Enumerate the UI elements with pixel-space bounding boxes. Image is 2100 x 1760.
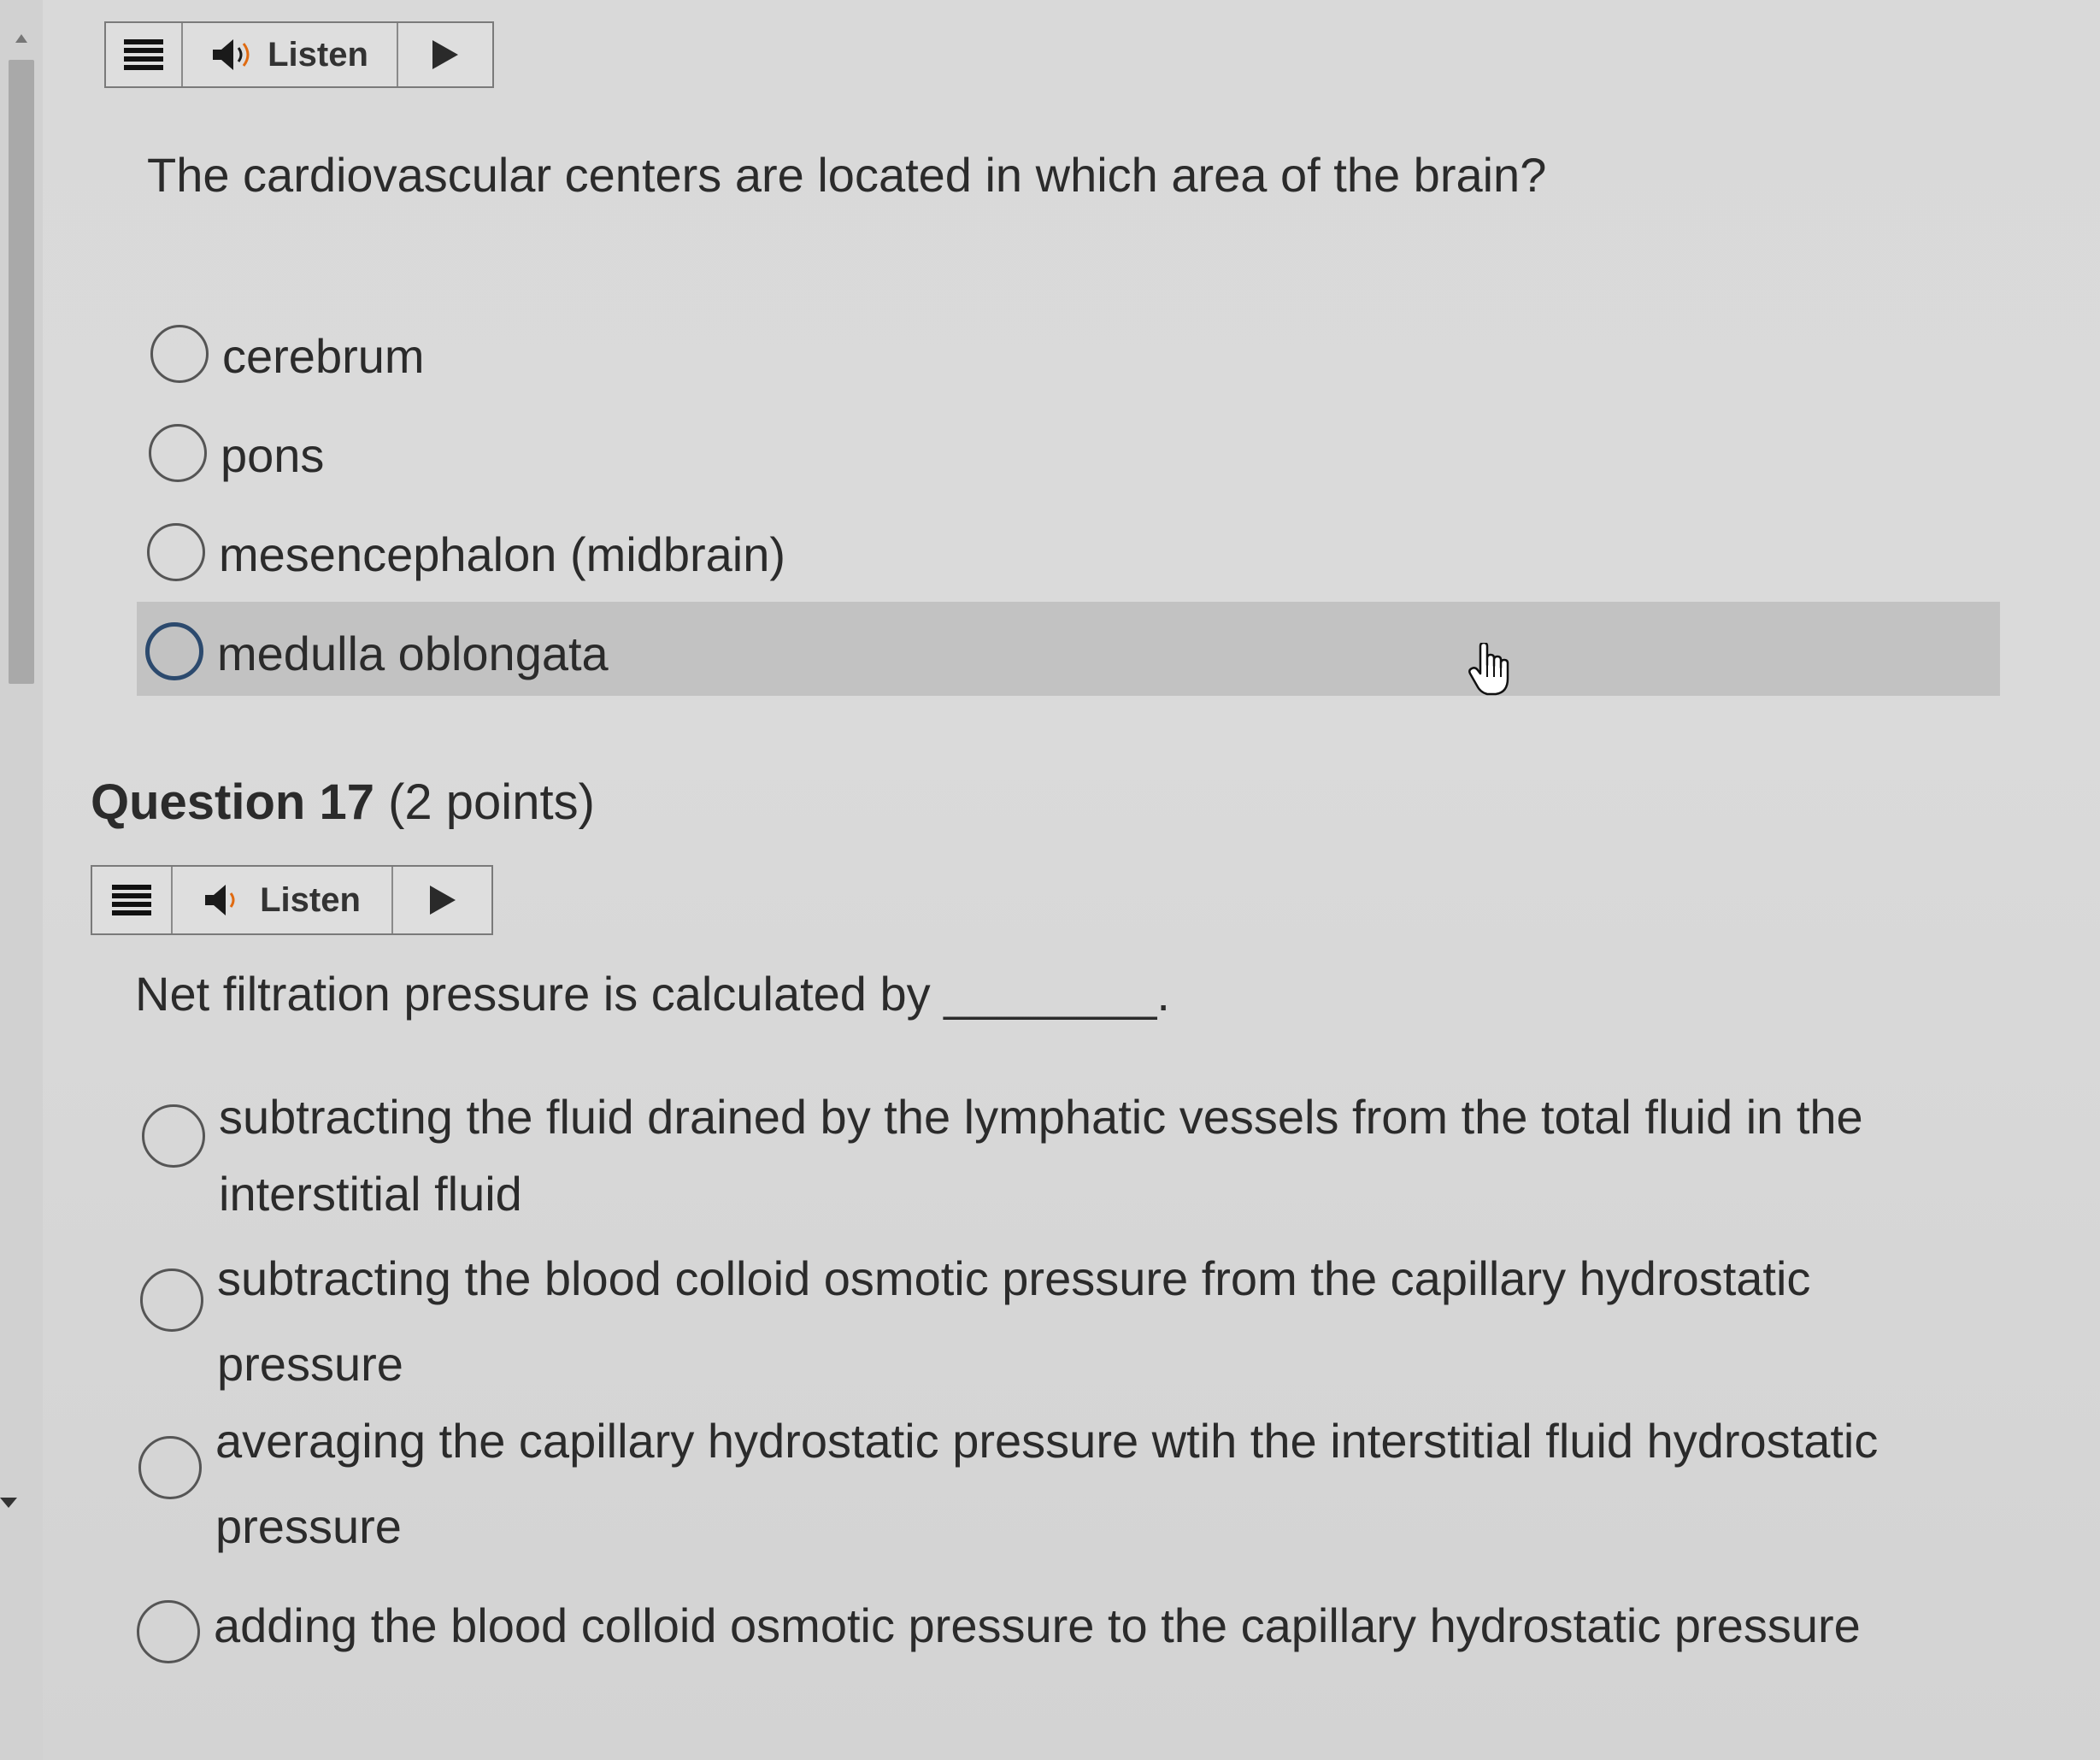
option-line: subtracting the fluid drained by the lym… — [219, 1090, 1863, 1144]
play-icon — [429, 886, 456, 915]
radio-button[interactable] — [140, 1268, 203, 1332]
q16-option-cerebrum[interactable]: cerebrum — [150, 318, 425, 395]
q16-option-pons[interactable]: pons — [149, 417, 324, 494]
listen-label: Listen — [260, 880, 361, 919]
play-button[interactable] — [398, 23, 492, 86]
speaker-icon — [211, 38, 257, 72]
radio-button[interactable] — [137, 1600, 200, 1663]
question-title: Question 17 — [91, 774, 374, 830]
q16-option-midbrain[interactable]: mesencephalon (midbrain) — [147, 516, 785, 593]
quiz-page: Listen The cardiovascular centers are lo… — [0, 0, 2100, 1760]
menu-icon — [112, 885, 151, 915]
menu-button[interactable] — [106, 23, 183, 86]
listen-label: Listen — [268, 35, 368, 74]
option-label: adding the blood colloid osmotic pressur… — [214, 1583, 1861, 1669]
listen-toolbar: Listen — [91, 865, 493, 935]
option-line: subtracting the blood colloid osmotic pr… — [217, 1251, 1811, 1305]
question-17-heading: Question 17 (2 points) — [91, 774, 595, 831]
q17-option-1[interactable]: subtracting the fluid drained by the lym… — [142, 1079, 2022, 1233]
option-label: subtracting the blood colloid osmotic pr… — [217, 1236, 1810, 1407]
q17-option-2[interactable]: subtracting the blood colloid osmotic pr… — [140, 1236, 2021, 1407]
option-label: medulla oblongata — [217, 627, 609, 680]
radio-button[interactable] — [147, 523, 205, 581]
radio-button[interactable] — [145, 622, 203, 680]
option-line: averaging the capillary hydrostatic pres… — [215, 1414, 1879, 1468]
radio-button[interactable] — [149, 424, 207, 482]
scroll-thumb[interactable] — [9, 60, 34, 684]
listen-toolbar: Listen — [104, 21, 494, 88]
q17-option-3[interactable]: averaging the capillary hydrostatic pres… — [138, 1398, 2019, 1569]
question-points: (2 points) — [388, 774, 595, 830]
option-label: mesencephalon (midbrain) — [219, 527, 786, 581]
option-label: averaging the capillary hydrostatic pres… — [215, 1398, 1878, 1569]
play-icon — [432, 40, 458, 69]
scroll-down-arrow-icon[interactable] — [0, 1498, 17, 1508]
radio-button[interactable] — [142, 1104, 205, 1168]
menu-icon — [124, 39, 163, 70]
listen-button[interactable]: Listen — [173, 867, 393, 933]
question-16-text: The cardiovascular centers are located i… — [147, 148, 1547, 202]
menu-button[interactable] — [92, 867, 173, 933]
play-button[interactable] — [393, 867, 491, 933]
hand-pointer-icon — [1468, 641, 1509, 700]
radio-button[interactable] — [150, 325, 209, 383]
listen-button[interactable]: Listen — [183, 23, 398, 86]
option-line: interstitial fluid — [219, 1167, 522, 1221]
vertical-scrollbar[interactable] — [0, 0, 43, 1760]
speaker-icon — [203, 883, 250, 917]
question-17-text: Net filtration pressure is calculated by… — [135, 967, 1170, 1021]
q16-option-medulla[interactable]: medulla oblongata — [145, 615, 609, 692]
option-line: pressure — [217, 1337, 403, 1391]
radio-button[interactable] — [138, 1436, 202, 1499]
option-line: pressure — [215, 1499, 402, 1553]
q17-option-4[interactable]: adding the blood colloid osmotic pressur… — [137, 1583, 2017, 1669]
scroll-up-arrow-icon[interactable] — [15, 34, 27, 43]
option-label: subtracting the fluid drained by the lym… — [219, 1079, 1863, 1233]
option-label: cerebrum — [222, 329, 425, 383]
option-label: pons — [221, 428, 325, 482]
option-line: adding the blood colloid osmotic pressur… — [214, 1598, 1861, 1652]
